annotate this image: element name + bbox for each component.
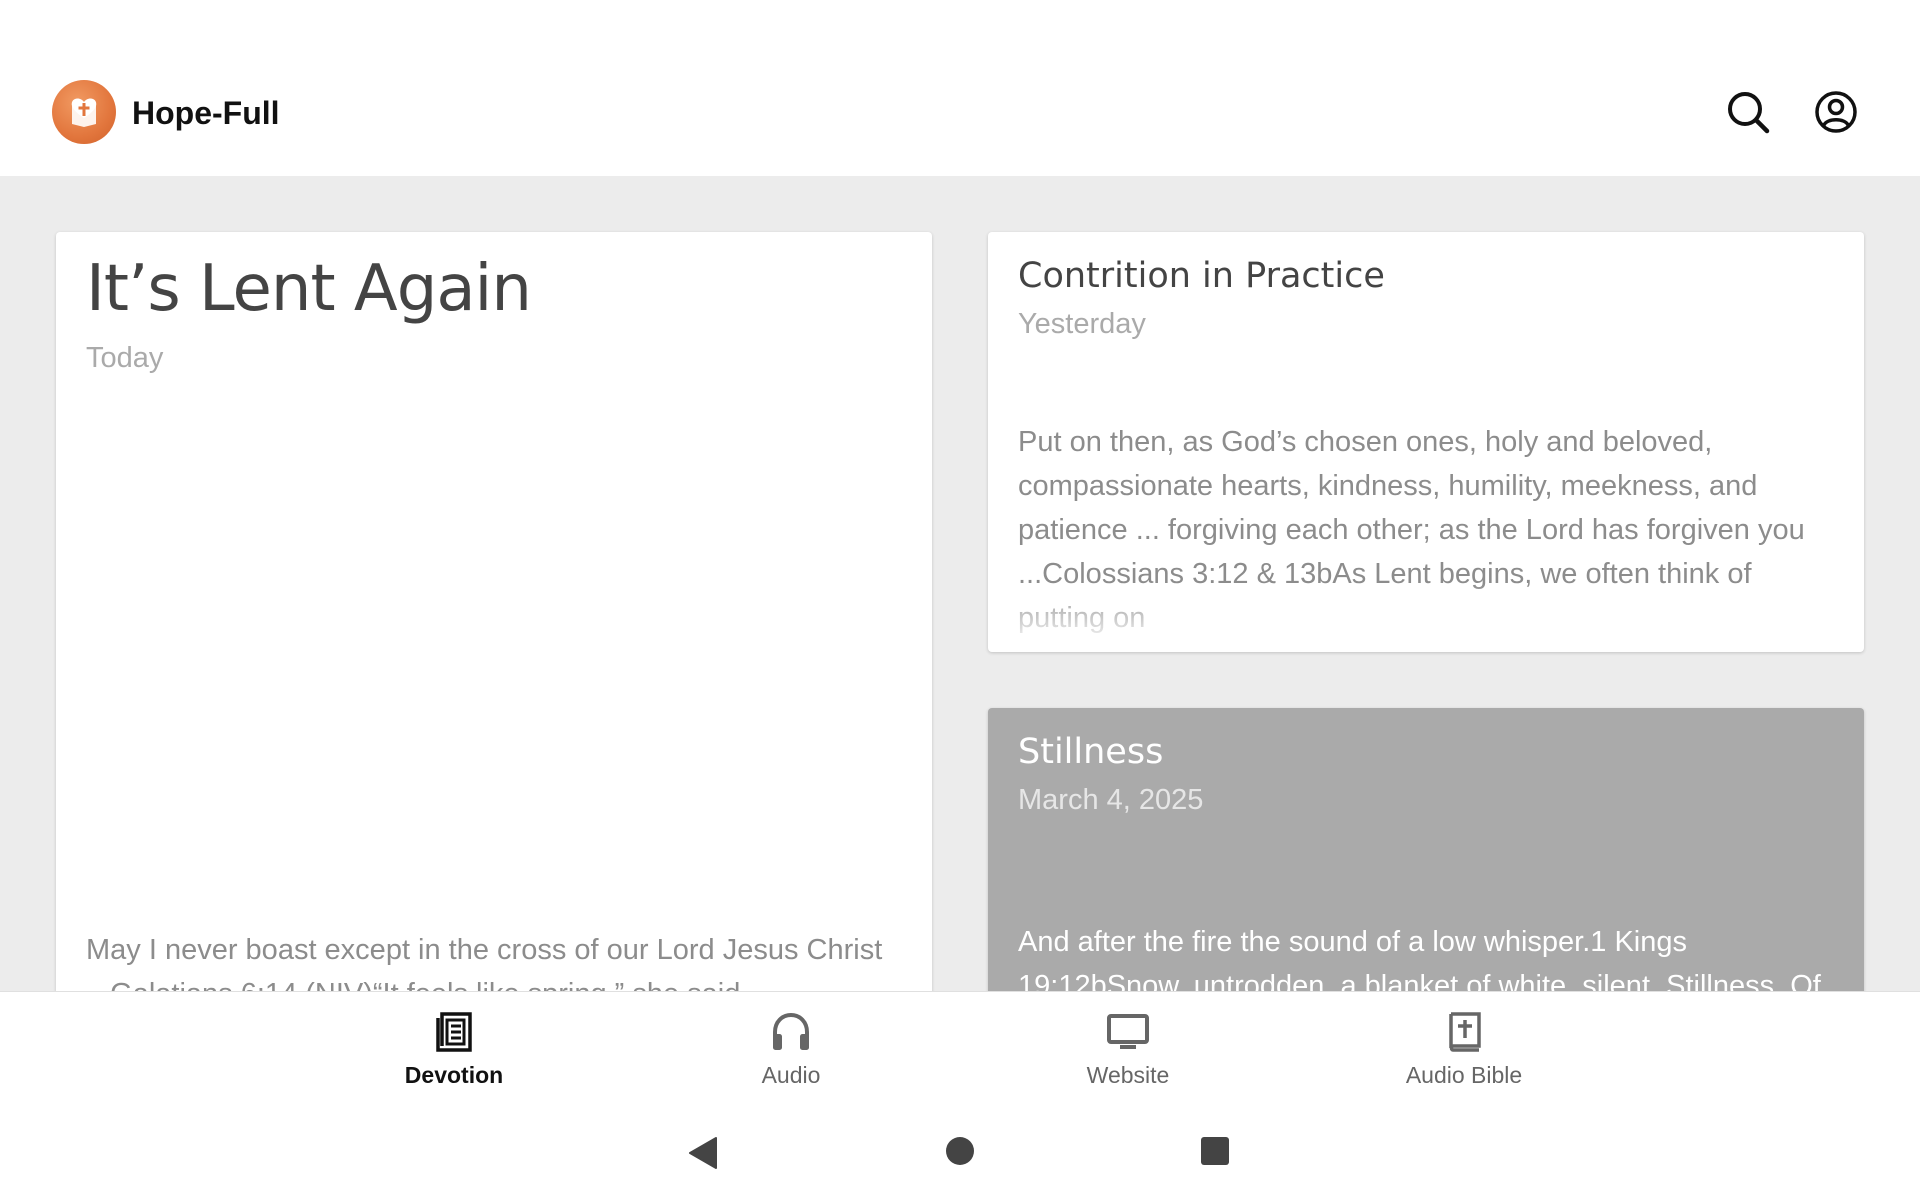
card-title: It’s Lent Again	[86, 252, 532, 326]
system-recents-button[interactable]	[1200, 1136, 1230, 1171]
card-date: Yesterday	[1018, 308, 1146, 340]
card-date: March 4, 2025	[1018, 784, 1204, 816]
devotion-card-stillness[interactable]: Stillness March 4, 2025 And after the fi…	[988, 708, 1864, 991]
app-screen: Hope-Full It’s Lent Again Today May I ne…	[0, 0, 1920, 1200]
card-title: Contrition in Practice	[1018, 256, 1385, 296]
nav-tab-audio-bible[interactable]: Audio Bible	[1364, 992, 1564, 1101]
nav-label: Audio	[761, 1062, 821, 1088]
monitor-icon	[1107, 1014, 1149, 1049]
devotion-card-contrition[interactable]: Contrition in Practice Yesterday Put on …	[988, 232, 1864, 652]
system-home-button[interactable]	[945, 1136, 975, 1171]
bible-book-icon	[1449, 1012, 1481, 1052]
account-circle-icon	[1815, 91, 1857, 133]
system-navigation-bar	[0, 1100, 1920, 1200]
recents-square-icon	[1201, 1137, 1229, 1165]
app-title: Hope-Full	[132, 95, 280, 131]
card-excerpt: May I never boast except in the cross of…	[86, 934, 883, 991]
devotion-card-lent[interactable]: It’s Lent Again Today May I never boast …	[56, 232, 932, 991]
system-back-button[interactable]	[688, 1136, 720, 1175]
newspaper-icon	[436, 1012, 472, 1052]
account-button[interactable]	[1808, 84, 1864, 140]
search-icon	[1728, 92, 1770, 134]
nav-tab-audio[interactable]: Audio	[691, 992, 891, 1101]
nav-tab-website[interactable]: Website	[1028, 992, 1228, 1101]
app-bar: Hope-Full	[0, 0, 1920, 176]
card-title: Stillness	[1018, 732, 1164, 772]
card-date: Today	[86, 342, 164, 374]
card-excerpt: Put on then, as God’s chosen ones, holy …	[1018, 426, 1805, 634]
nav-label: Devotion	[404, 1062, 504, 1088]
devotion-list: It’s Lent Again Today May I never boast …	[0, 176, 1920, 991]
bottom-navigation: Devotion Audio Website Audio Bible	[0, 991, 1920, 1101]
card-excerpt: And after the fire the sound of a low wh…	[1018, 926, 1821, 991]
nav-label: Website	[1086, 1062, 1170, 1088]
nav-tab-devotion[interactable]: Devotion	[354, 992, 554, 1101]
search-button[interactable]	[1720, 84, 1776, 140]
app-logo-icon	[52, 80, 116, 144]
home-circle-icon	[946, 1137, 974, 1165]
back-triangle-icon	[689, 1137, 717, 1169]
headphones-icon	[773, 1012, 809, 1050]
nav-label: Audio Bible	[1405, 1062, 1523, 1088]
